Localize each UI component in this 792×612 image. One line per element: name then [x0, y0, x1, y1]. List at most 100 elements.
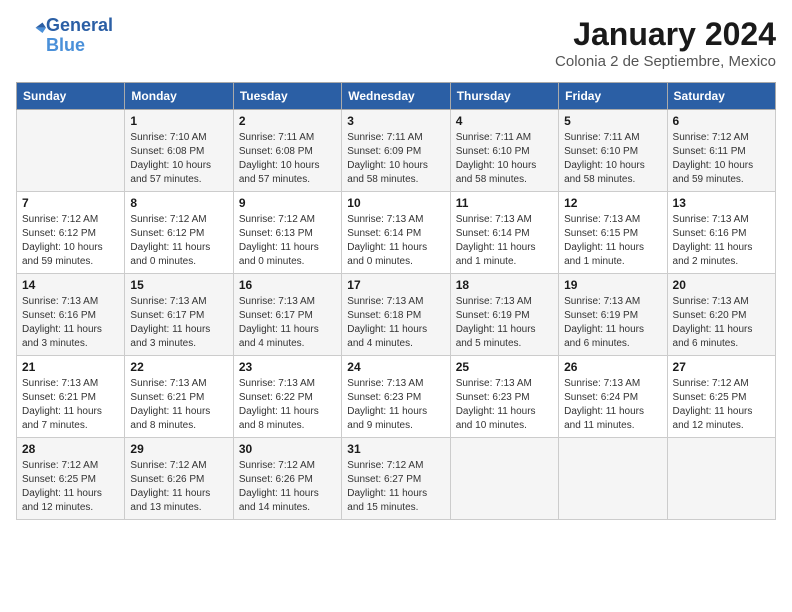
month-title: January 2024 — [555, 16, 776, 53]
day-info: Sunrise: 7:13 AMSunset: 6:15 PMDaylight:… — [564, 213, 661, 269]
calendar-cell: 9 Sunrise: 7:12 AMSunset: 6:13 PMDaylight… — [233, 192, 341, 274]
calendar-cell: 5 Sunrise: 7:11 AMSunset: 6:10 PMDaylight… — [559, 110, 667, 192]
calendar-cell: 24 Sunrise: 7:13 AMSunset: 6:23 PMDayligh… — [342, 356, 450, 438]
day-number: 22 — [130, 360, 227, 374]
calendar-cell: 13Sunrise: 7:13 AMSunset: 6:16 PMDayligh… — [667, 192, 775, 274]
day-info: Sunrise: 7:13 AMSunset: 6:14 PMDaylight:… — [347, 213, 444, 269]
day-number: 23 — [239, 360, 336, 374]
day-number: 11 — [456, 196, 553, 210]
calendar-cell: 7Sunrise: 7:12 AMSunset: 6:12 PMDaylight… — [17, 192, 125, 274]
calendar-week-3: 14 Sunrise: 7:13 AMSunset: 6:16 PMDayligh… — [17, 274, 776, 356]
day-number: 7 — [22, 196, 119, 210]
day-info: Sunrise: 7:13 AMSunset: 6:17 PMDaylight:… — [130, 295, 227, 351]
day-number: 17 — [347, 278, 444, 292]
calendar-cell: 26 Sunrise: 7:13 AMSunset: 6:24 PMDayligh… — [559, 356, 667, 438]
weekday-header-sunday: Sunday — [17, 83, 125, 110]
calendar-cell: 30Sunrise: 7:12 AMSunset: 6:26 PMDayligh… — [233, 438, 341, 520]
day-info: Sunrise: 7:13 AMSunset: 6:24 PMDaylight:… — [564, 377, 661, 433]
day-number: 2 — [239, 114, 336, 128]
calendar-cell: 22 Sunrise: 7:13 AMSunset: 6:21 PMDayligh… — [125, 356, 233, 438]
day-info: Sunrise: 7:13 AMSunset: 6:16 PMDaylight:… — [22, 295, 119, 351]
logo-text: GeneralBlue — [46, 16, 113, 56]
day-info: Sunrise: 7:12 AMSunset: 6:25 PMDaylight:… — [22, 459, 119, 515]
calendar-cell: 31 Sunrise: 7:12 AMSunset: 6:27 PMDayligh… — [342, 438, 450, 520]
calendar-week-2: 7 Sunrise: 7:12 AMSunset: 6:12 PMDaylight… — [17, 192, 776, 274]
calendar-cell — [667, 438, 775, 520]
day-info: Sunrise: 7:13 AMSunset: 6:18 PMDaylight:… — [347, 295, 444, 351]
day-info: Sunrise: 7:12 AMSunset: 6:13 PMDaylight:… — [239, 213, 336, 269]
day-number: 29 — [130, 442, 227, 456]
logo: GeneralBlue — [16, 16, 113, 56]
day-number: 6 — [673, 114, 770, 128]
calendar-cell: 12 Sunrise: 7:13 AMSunset: 6:15 PMDayligh… — [559, 192, 667, 274]
day-info: Sunrise: 7:12 AMSunset: 6:12 PMDaylight:… — [130, 213, 227, 269]
day-info: Sunrise: 7:11 AMSunset: 6:08 PMDaylight:… — [239, 131, 336, 187]
calendar-cell: 2 Sunrise: 7:11 AMSunset: 6:08 PMDaylight… — [233, 110, 341, 192]
calendar-cell: 23 Sunrise: 7:13 AMSunset: 6:22 PMDayligh… — [233, 356, 341, 438]
day-info: Sunrise: 7:11 AMSunset: 6:09 PMDaylight:… — [347, 131, 444, 187]
day-number: 21 — [22, 360, 119, 374]
calendar-cell: 21 Sunrise: 7:13 AMSunset: 6:21 PMDayligh… — [17, 356, 125, 438]
day-number: 31 — [347, 442, 444, 456]
day-number: 30 — [239, 442, 336, 456]
day-number: 5 — [564, 114, 661, 128]
day-number: 25 — [456, 360, 553, 374]
day-number: 27 — [673, 360, 770, 374]
calendar-cell: 10 Sunrise: 7:13 AMSunset: 6:14 PMDayligh… — [342, 192, 450, 274]
day-number: 3 — [347, 114, 444, 128]
day-info: Sunrise: 7:12 AMSunset: 6:27 PMDaylight:… — [347, 459, 444, 515]
day-number: 14 — [22, 278, 119, 292]
weekday-header-monday: Monday — [125, 83, 233, 110]
calendar-cell: 28 Sunrise: 7:12 AMSunset: 6:25 PMDayligh… — [17, 438, 125, 520]
day-number: 10 — [347, 196, 444, 210]
day-info: Sunrise: 7:13 AMSunset: 6:19 PMDaylight:… — [564, 295, 661, 351]
calendar-cell: 4 Sunrise: 7:11 AMSunset: 6:10 PMDaylight… — [450, 110, 558, 192]
calendar-week-1: 1Sunrise: 7:10 AMSunset: 6:08 PMDaylight… — [17, 110, 776, 192]
weekday-header-tuesday: Tuesday — [233, 83, 341, 110]
calendar-cell: 19 Sunrise: 7:13 AMSunset: 6:19 PMDayligh… — [559, 274, 667, 356]
calendar-cell: 8 Sunrise: 7:12 AMSunset: 6:12 PMDaylight… — [125, 192, 233, 274]
day-info: Sunrise: 7:13 AMSunset: 6:21 PMDaylight:… — [22, 377, 119, 433]
logo-icon — [18, 19, 46, 47]
day-number: 4 — [456, 114, 553, 128]
calendar-cell: 16 Sunrise: 7:13 AMSunset: 6:17 PMDayligh… — [233, 274, 341, 356]
calendar-cell: 27 Sunrise: 7:12 AMSunset: 6:25 PMDayligh… — [667, 356, 775, 438]
calendar-cell: 15 Sunrise: 7:13 AMSunset: 6:17 PMDayligh… — [125, 274, 233, 356]
day-number: 9 — [239, 196, 336, 210]
calendar-cell: 11 Sunrise: 7:13 AMSunset: 6:14 PMDayligh… — [450, 192, 558, 274]
day-info: Sunrise: 7:13 AMSunset: 6:23 PMDaylight:… — [347, 377, 444, 433]
day-number: 12 — [564, 196, 661, 210]
day-number: 16 — [239, 278, 336, 292]
day-number: 15 — [130, 278, 227, 292]
day-number: 19 — [564, 278, 661, 292]
location-subtitle: Colonia 2 de Septiembre, Mexico — [555, 53, 776, 70]
page-header: GeneralBlue January 2024 Colonia 2 de Se… — [16, 16, 776, 70]
day-number: 8 — [130, 196, 227, 210]
calendar-cell: 3 Sunrise: 7:11 AMSunset: 6:09 PMDaylight… — [342, 110, 450, 192]
day-info: Sunrise: 7:11 AMSunset: 6:10 PMDaylight:… — [456, 131, 553, 187]
day-number: 26 — [564, 360, 661, 374]
title-block: January 2024 Colonia 2 de Septiembre, Me… — [555, 16, 776, 70]
day-info: Sunrise: 7:13 AMSunset: 6:23 PMDaylight:… — [456, 377, 553, 433]
calendar-week-5: 28 Sunrise: 7:12 AMSunset: 6:25 PMDayligh… — [17, 438, 776, 520]
day-number: 24 — [347, 360, 444, 374]
calendar-cell: 1Sunrise: 7:10 AMSunset: 6:08 PMDaylight… — [125, 110, 233, 192]
day-info: Sunrise: 7:12 AMSunset: 6:25 PMDaylight:… — [673, 377, 770, 433]
day-info: Sunrise: 7:13 AMSunset: 6:20 PMDaylight:… — [673, 295, 770, 351]
day-info: Sunrise: 7:13 AMSunset: 6:16 PMDaylight:… — [673, 213, 770, 269]
calendar-cell: 20Sunrise: 7:13 AMSunset: 6:20 PMDayligh… — [667, 274, 775, 356]
calendar-cell: 14 Sunrise: 7:13 AMSunset: 6:16 PMDayligh… — [17, 274, 125, 356]
calendar-cell — [17, 110, 125, 192]
day-info: Sunrise: 7:13 AMSunset: 6:21 PMDaylight:… — [130, 377, 227, 433]
day-info: Sunrise: 7:13 AMSunset: 6:14 PMDaylight:… — [456, 213, 553, 269]
weekday-header-saturday: Saturday — [667, 83, 775, 110]
day-number: 28 — [22, 442, 119, 456]
day-info: Sunrise: 7:12 AMSunset: 6:26 PMDaylight:… — [130, 459, 227, 515]
day-info: Sunrise: 7:10 AMSunset: 6:08 PMDaylight:… — [130, 131, 227, 187]
day-info: Sunrise: 7:13 AMSunset: 6:22 PMDaylight:… — [239, 377, 336, 433]
weekday-header-friday: Friday — [559, 83, 667, 110]
day-info: Sunrise: 7:13 AMSunset: 6:17 PMDaylight:… — [239, 295, 336, 351]
calendar-cell: 25 Sunrise: 7:13 AMSunset: 6:23 PMDayligh… — [450, 356, 558, 438]
day-info: Sunrise: 7:11 AMSunset: 6:10 PMDaylight:… — [564, 131, 661, 187]
calendar-cell: 29 Sunrise: 7:12 AMSunset: 6:26 PMDayligh… — [125, 438, 233, 520]
